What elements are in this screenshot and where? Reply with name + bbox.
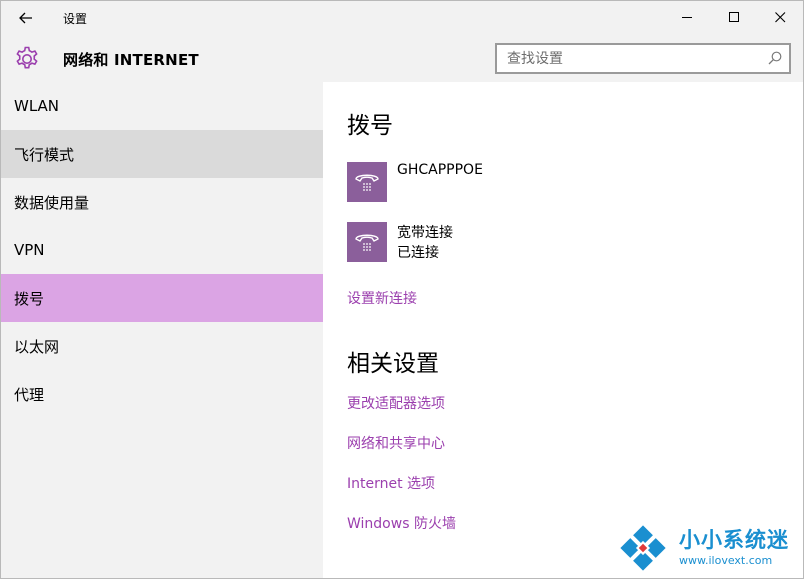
connection-name: GHCAPPPOE (397, 162, 483, 178)
sidebar-item-label: WLAN (14, 97, 60, 115)
internet-options-link[interactable]: Internet 选项 (347, 473, 435, 493)
close-icon (774, 12, 785, 23)
change-adapter-options-link[interactable]: 更改适配器选项 (347, 393, 445, 413)
minimize-icon (681, 17, 692, 18)
settings-header: 网络和 INTERNET (1, 34, 803, 82)
watermark-url: www.ilovext.com (679, 554, 773, 567)
sidebar-item-proxy[interactable]: 代理 (1, 370, 323, 418)
close-button[interactable] (757, 1, 803, 34)
back-button[interactable] (11, 5, 41, 31)
sidebar-item-wlan[interactable]: WLAN (1, 82, 323, 130)
related-settings-heading: 相关设置 (347, 351, 439, 377)
search-input[interactable] (497, 45, 757, 72)
maximize-button[interactable] (711, 1, 757, 34)
setup-new-connection-link[interactable]: 设置新连接 (347, 288, 417, 308)
sidebar-item-label: VPN (14, 241, 45, 259)
maximize-icon (728, 12, 739, 22)
settings-window: 设置 网络和 INTERNET 查找设置 WLAN 飞行模式 数据使用量 VPN… (0, 0, 804, 579)
watermark-text: 小小系统迷 (679, 528, 789, 552)
connection-item[interactable]: 宽带连接 已连接 (347, 222, 647, 262)
sidebar: WLAN 飞行模式 数据使用量 VPN 拨号 以太网 代理 (1, 82, 323, 578)
watermark-logo: 小小系统迷 www.ilovext.com (615, 518, 801, 576)
back-arrow-icon (19, 12, 32, 24)
phone-icon (355, 174, 379, 191)
sidebar-item-label: 数据使用量 (14, 193, 90, 212)
sidebar-item-label: 以太网 (14, 337, 60, 356)
connection-name: 宽带连接 (397, 225, 453, 241)
windows-firewall-link[interactable]: Windows 防火墙 (347, 513, 456, 533)
connection-status: 已连接 (397, 245, 439, 261)
sidebar-item-vpn[interactable]: VPN (1, 226, 323, 274)
minimize-button[interactable] (664, 1, 710, 34)
sidebar-item-label: 飞行模式 (14, 145, 75, 164)
sidebar-item-label: 拨号 (14, 289, 45, 308)
watermark-diamond-icon (620, 525, 666, 571)
section-title: 网络和 INTERNET (63, 51, 199, 69)
sidebar-item-data-usage[interactable]: 数据使用量 (1, 178, 323, 226)
phone-icon-tile (347, 222, 387, 262)
phone-icon (355, 234, 379, 251)
search-box[interactable] (495, 43, 791, 74)
window-title: 设置 (63, 12, 88, 26)
sidebar-item-label: 代理 (14, 385, 45, 404)
title-bar: 设置 (1, 1, 803, 34)
connection-item[interactable]: GHCAPPPOE (347, 162, 647, 202)
phone-icon-tile (347, 162, 387, 202)
sidebar-item-dialup[interactable]: 拨号 (1, 274, 323, 322)
dialup-heading: 拨号 (347, 113, 393, 139)
sidebar-item-ethernet[interactable]: 以太网 (1, 322, 323, 370)
network-sharing-center-link[interactable]: 网络和共享中心 (347, 433, 445, 453)
gear-icon (16, 46, 38, 69)
sidebar-item-airplane-mode[interactable]: 飞行模式 (1, 130, 323, 178)
main-content: 拨号 GHCAPPPOE 宽带连接 已连接 设置新连接 相关设置 更改适配器选项… (323, 82, 803, 578)
search-icon[interactable] (767, 50, 783, 66)
